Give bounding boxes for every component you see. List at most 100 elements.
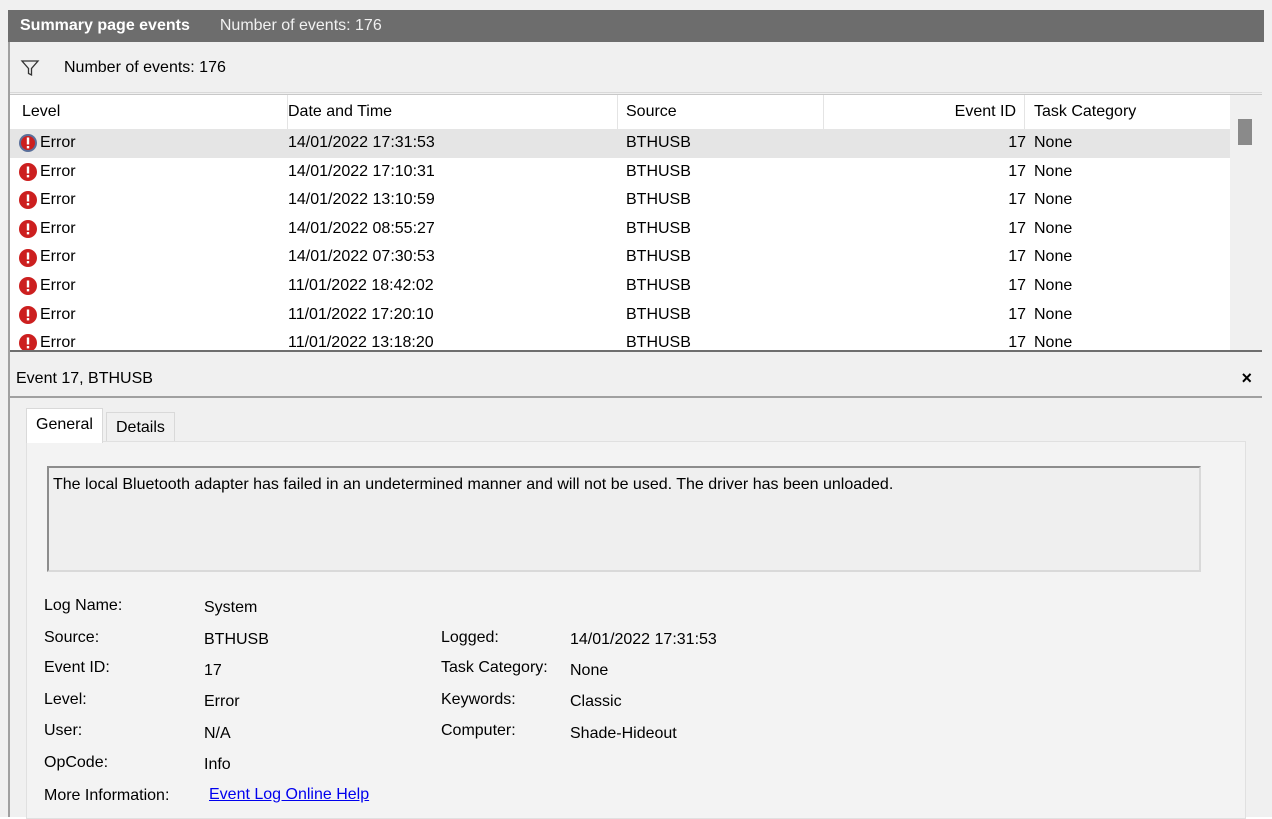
user-value: N/A <box>204 725 231 742</box>
event-id-cell: 17 <box>1008 276 1026 294</box>
events-table: Level Date and Time Source Event ID Task… <box>10 94 1262 351</box>
event-log-online-help-link[interactable]: Event Log Online Help <box>209 786 369 804</box>
error-icon <box>19 220 37 239</box>
source-cell: BTHUSB <box>626 134 691 151</box>
level-cell: Error <box>18 186 76 215</box>
level-cell: Error <box>18 129 76 158</box>
logged-label: Logged: <box>441 629 499 646</box>
table-row[interactable]: Error 11/01/2022 17:20:10 BTHUSB 17 None <box>10 301 1230 330</box>
source-label: Source: <box>44 629 100 646</box>
table-header: Level Date and Time Source Event ID Task… <box>10 95 1230 130</box>
level-text: Error <box>40 134 76 151</box>
event-message-box[interactable]: The local Bluetooth adapter has failed i… <box>47 466 1201 572</box>
opcode-label: OpCode: <box>44 754 109 771</box>
task-category-cell: None <box>1034 276 1073 294</box>
date-cell: 11/01/2022 18:42:02 <box>288 276 434 294</box>
filter-icon[interactable] <box>20 58 40 78</box>
level-cell: Error <box>18 243 76 272</box>
event-id-cell: 17 <box>1008 191 1026 209</box>
source-cell: BTHUSB <box>626 248 691 266</box>
error-icon <box>19 191 37 210</box>
date-cell: 11/01/2022 13:18:20 <box>288 334 434 351</box>
pane-splitter[interactable] <box>10 350 1262 364</box>
source-cell: BTHUSB <box>626 334 691 351</box>
task-category-cell: None <box>1034 162 1073 180</box>
event-id-value: 17 <box>204 662 222 679</box>
level-cell: Error <box>18 272 76 301</box>
column-header-level[interactable]: Level <box>10 95 288 129</box>
event-id-cell: 17 <box>1008 162 1026 180</box>
task-category-cell: None <box>1034 334 1073 351</box>
tab-details[interactable]: Details <box>106 412 175 443</box>
source-value: BTHUSB <box>204 631 269 648</box>
event-id-label: Event ID: <box>44 659 110 676</box>
keywords-label: Keywords: <box>441 691 516 708</box>
level-label: Level: <box>44 691 87 708</box>
source-cell: BTHUSB <box>626 276 691 294</box>
table-row[interactable]: Error 14/01/2022 08:55:27 BTHUSB 17 None <box>10 215 1230 244</box>
table-row[interactable]: Error 11/01/2022 13:18:20 BTHUSB 17 None <box>10 329 1230 351</box>
log-name-label: Log Name: <box>44 597 123 614</box>
error-icon <box>19 162 37 181</box>
column-header-date-time[interactable]: Date and Time <box>276 95 618 129</box>
tab-general[interactable]: General <box>26 408 103 443</box>
close-icon[interactable]: × <box>1241 368 1252 389</box>
opcode-value: Info <box>204 756 231 773</box>
column-header-source[interactable]: Source <box>614 95 824 129</box>
more-information-label: More Information: <box>44 787 170 804</box>
table-row[interactable]: Error 14/01/2022 17:10:31 BTHUSB 17 None <box>10 158 1230 187</box>
summary-title: Summary page events <box>20 17 190 34</box>
table-row[interactable]: Error 14/01/2022 17:31:53 BTHUSB 17 None <box>10 129 1230 158</box>
level-cell: Error <box>18 215 76 244</box>
source-cell: BTHUSB <box>626 219 691 237</box>
task-category-cell: None <box>1034 134 1073 151</box>
date-cell: 14/01/2022 17:31:53 <box>288 134 435 151</box>
level-cell: Error <box>18 329 76 351</box>
scrollbar-thumb[interactable] <box>1238 119 1252 145</box>
event-viewer-window: Summary page events Number of events: 17… <box>0 0 1272 819</box>
level-text: Error <box>40 162 76 180</box>
error-icon <box>19 277 37 296</box>
keywords-value: Classic <box>570 693 622 710</box>
event-message-text: The local Bluetooth adapter has failed i… <box>53 476 894 493</box>
date-cell: 14/01/2022 08:55:27 <box>288 219 435 237</box>
column-header-task-category[interactable]: Task Category <box>1026 95 1230 129</box>
detail-pane-header: Event 17, BTHUSB × <box>10 364 1262 398</box>
source-cell: BTHUSB <box>626 162 691 180</box>
date-cell: 11/01/2022 17:20:10 <box>288 305 434 323</box>
error-icon <box>19 305 37 324</box>
level-value: Error <box>204 693 240 710</box>
level-text: Error <box>40 334 76 351</box>
task-category-value: None <box>570 662 609 679</box>
event-id-cell: 17 <box>1008 219 1026 237</box>
level-text: Error <box>40 305 76 323</box>
level-text: Error <box>40 248 76 266</box>
date-cell: 14/01/2022 13:10:59 <box>288 191 435 209</box>
level-text: Error <box>40 276 76 294</box>
computer-value: Shade-Hideout <box>570 725 677 742</box>
event-id-cell: 17 <box>1008 305 1026 323</box>
table-row[interactable]: Error 11/01/2022 18:42:02 BTHUSB 17 None <box>10 272 1230 301</box>
summary-event-count: Number of events: 176 <box>219 17 382 34</box>
summary-title-bar: Summary page events Number of events: 17… <box>8 10 1264 42</box>
source-cell: BTHUSB <box>626 305 691 323</box>
event-id-cell: 17 <box>1008 248 1026 266</box>
error-icon <box>19 334 37 351</box>
date-cell: 14/01/2022 07:30:53 <box>288 248 435 266</box>
table-row[interactable]: Error 14/01/2022 07:30:53 BTHUSB 17 None <box>10 243 1230 272</box>
filter-count-text: Number of events: 176 <box>64 59 226 76</box>
logged-value: 14/01/2022 17:31:53 <box>570 631 717 648</box>
level-text: Error <box>40 219 76 237</box>
task-category-cell: None <box>1034 305 1073 323</box>
column-header-event-id[interactable]: Event ID <box>820 95 1025 129</box>
computer-label: Computer: <box>441 722 516 739</box>
event-id-cell: 17 <box>1008 134 1026 151</box>
vertical-scrollbar[interactable] <box>1230 95 1262 351</box>
log-name-value: System <box>204 599 258 616</box>
error-icon <box>19 134 37 153</box>
filter-bar: Number of events: 176 <box>10 44 1262 93</box>
level-cell: Error <box>18 301 76 330</box>
task-category-label: Task Category: <box>441 659 548 676</box>
table-row[interactable]: Error 14/01/2022 13:10:59 BTHUSB 17 None <box>10 186 1230 215</box>
error-icon <box>19 248 37 267</box>
